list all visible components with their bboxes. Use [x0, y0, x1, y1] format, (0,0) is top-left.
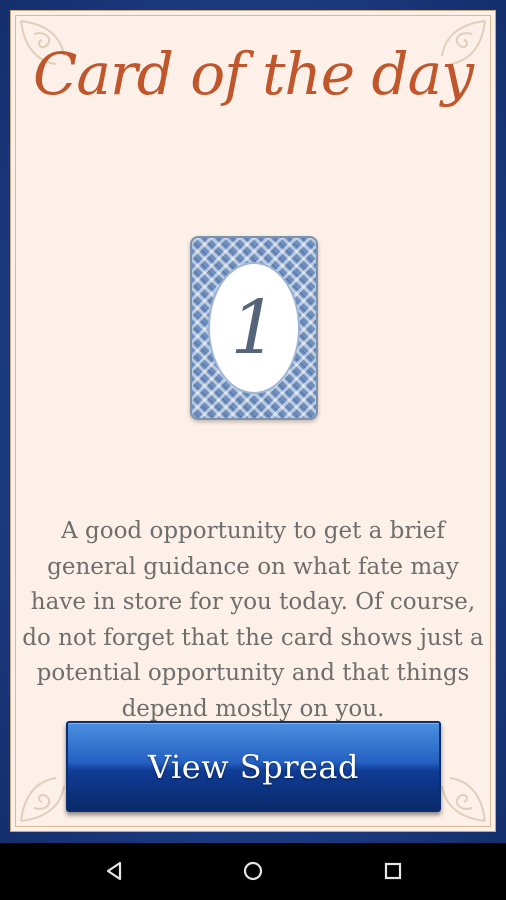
recent-apps-button[interactable]: [375, 853, 411, 889]
card-number-oval: 1: [208, 262, 300, 394]
home-button[interactable]: [235, 853, 271, 889]
recent-apps-icon: [384, 862, 402, 880]
card-number: 1: [230, 285, 278, 371]
tarot-card-back[interactable]: 1: [190, 236, 318, 420]
view-spread-button[interactable]: View Spread: [66, 721, 441, 812]
back-button[interactable]: [96, 853, 132, 889]
description-text: A good opportunity to get a brief genera…: [22, 518, 484, 722]
system-navigation-bar: [0, 843, 506, 900]
view-spread-label: View Spread: [148, 747, 359, 786]
page-title: Card of the day: [33, 40, 474, 108]
home-icon: [243, 861, 263, 881]
back-icon: [106, 861, 122, 881]
